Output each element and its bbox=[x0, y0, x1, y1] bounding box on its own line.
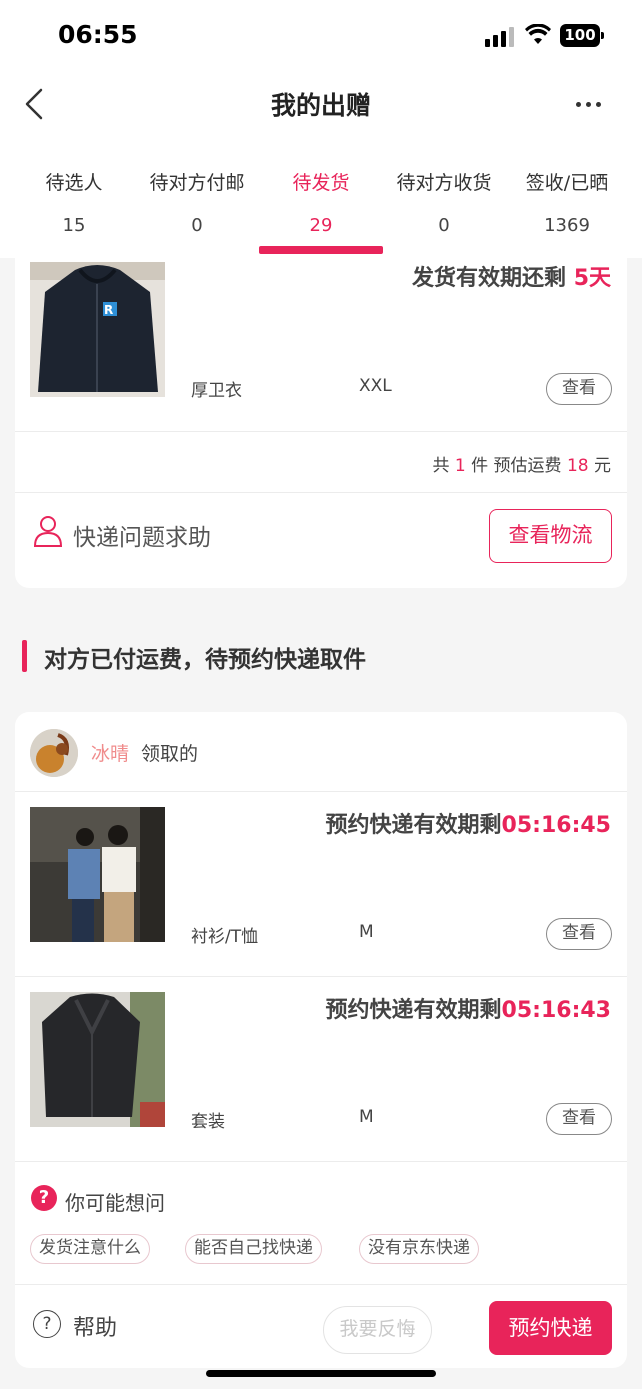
tab-label: 签收/已晒 bbox=[525, 172, 609, 194]
ship-deadline: 发货有效期还剩 5天 bbox=[412, 260, 611, 292]
summary-prefix: 共 bbox=[432, 456, 455, 476]
item-photo-suit[interactable] bbox=[30, 992, 165, 1127]
status-tabs: 待选人 15 待对方付邮 0 待发货 29 待对方收货 0 签收/已晒 1369 bbox=[0, 160, 642, 258]
tab-count: 29 bbox=[309, 215, 333, 236]
item-size: M bbox=[359, 922, 374, 942]
signal-icon bbox=[485, 27, 515, 47]
avatar[interactable] bbox=[30, 729, 78, 777]
tab-pending-postage[interactable]: 待对方付邮 0 bbox=[133, 160, 261, 258]
tab-label: 待对方付邮 bbox=[149, 172, 245, 194]
item-name: 套装 bbox=[191, 1112, 225, 1132]
pickup-timer: 预约快递有效期剩05:16:43 bbox=[326, 992, 611, 1024]
shipment-card: R 发货有效期还剩 5天 厚卫衣 XXL 查看 共 1 件 预估运费 18 元 … bbox=[15, 230, 627, 588]
order-summary: 共 1 件 预估运费 18 元 bbox=[433, 451, 612, 476]
divider bbox=[15, 1161, 627, 1162]
divider bbox=[15, 1284, 627, 1285]
status-time: 06:55 bbox=[58, 20, 138, 49]
pickup-timer-label: 预约快递有效期剩 bbox=[325, 813, 502, 838]
item-photo-shirt[interactable] bbox=[30, 807, 165, 942]
more-dots-icon[interactable] bbox=[576, 100, 606, 110]
item-photo-hoodie[interactable]: R bbox=[30, 262, 165, 397]
help-icon[interactable]: ? bbox=[33, 1310, 61, 1338]
courier-help-label: 快递问题求助 bbox=[73, 525, 211, 551]
status-bar: 06:55 100 bbox=[0, 0, 642, 70]
regret-button[interactable]: 我要反悔 bbox=[323, 1306, 432, 1354]
help-label[interactable]: 帮助 bbox=[73, 1310, 117, 1342]
item-count: 1 bbox=[454, 456, 466, 476]
faq-title: 你可能想问 bbox=[65, 1191, 165, 1215]
tab-label: 待选人 bbox=[45, 172, 103, 194]
pickup-timer-label: 预约快递有效期剩 bbox=[325, 998, 502, 1023]
divider bbox=[15, 791, 627, 792]
tab-signed-shared[interactable]: 签收/已晒 1369 bbox=[503, 160, 631, 258]
faq-chip-own-courier[interactable]: 能否自己找快递 bbox=[185, 1234, 322, 1264]
user-icon bbox=[33, 516, 63, 547]
jacket-image bbox=[30, 992, 165, 1127]
active-tab-indicator bbox=[259, 246, 383, 254]
tab-label: 待发货 bbox=[292, 172, 350, 194]
question-icon: ? bbox=[31, 1185, 57, 1211]
nav-bar: 我的出赠 bbox=[0, 70, 642, 140]
section-accent-bar bbox=[22, 640, 27, 672]
pickup-timer-value: 05:16:43 bbox=[501, 998, 611, 1023]
pickup-timer-value: 05:16:45 bbox=[501, 813, 611, 838]
pickup-timer: 预约快递有效期剩05:16:45 bbox=[326, 807, 611, 839]
divider bbox=[15, 431, 627, 432]
svg-text:R: R bbox=[104, 303, 113, 317]
item-size: M bbox=[359, 1107, 374, 1127]
view-button[interactable]: 查看 bbox=[546, 918, 612, 950]
view-button[interactable]: 查看 bbox=[546, 1103, 612, 1135]
divider bbox=[15, 976, 627, 977]
tab-label: 待对方收货 bbox=[396, 172, 492, 194]
tab-count: 1369 bbox=[544, 215, 590, 236]
view-logistics-button[interactable]: 查看物流 bbox=[489, 509, 612, 563]
pickup-card: 冰晴 领取的 预约快递有效期剩05:16:45 衬衫/T恤 M 查看 预约快递有… bbox=[15, 712, 627, 1368]
faq-chip-no-jd-courier[interactable]: 没有京东快递 bbox=[359, 1234, 479, 1264]
tab-count: 0 bbox=[438, 215, 450, 236]
claimed-label: 领取的 bbox=[141, 743, 199, 765]
item-name: 衬衫/T恤 bbox=[191, 927, 259, 947]
item-name: 厚卫衣 bbox=[191, 381, 242, 401]
book-courier-button[interactable]: 预约快递 bbox=[489, 1301, 612, 1355]
home-indicator bbox=[206, 1370, 436, 1377]
top-header: 06:55 100 我的出赠 待选人 15 待对方付邮 0 待发货 29 待对方… bbox=[0, 0, 642, 258]
hoodie-image: R bbox=[30, 262, 165, 397]
ship-deadline-label: 发货有效期还剩 bbox=[412, 266, 574, 291]
claimer-name[interactable]: 冰晴 bbox=[91, 739, 129, 766]
item-size: XXL bbox=[359, 376, 392, 396]
avatar-image bbox=[30, 729, 78, 777]
wifi-icon bbox=[525, 24, 551, 44]
tab-pending-receipt[interactable]: 待对方收货 0 bbox=[380, 160, 508, 258]
divider bbox=[15, 492, 627, 493]
ship-deadline-value: 5天 bbox=[573, 266, 611, 291]
shipping-fee: 18 bbox=[566, 456, 589, 476]
tab-count: 0 bbox=[191, 215, 203, 236]
view-button[interactable]: 查看 bbox=[546, 373, 612, 405]
summary-suffix: 元 bbox=[588, 456, 611, 476]
tab-pending-shipment[interactable]: 待发货 29 bbox=[257, 160, 385, 258]
battery-indicator: 100 bbox=[560, 24, 604, 47]
faq-chip-shipping-notes[interactable]: 发货注意什么 bbox=[30, 1234, 150, 1264]
summary-mid: 件 预估运费 bbox=[465, 456, 567, 476]
tab-count: 15 bbox=[62, 215, 86, 236]
section-title: 对方已付运费，待预约快递取件 bbox=[44, 647, 366, 673]
tab-pending-select[interactable]: 待选人 15 bbox=[10, 160, 138, 258]
page-title: 我的出赠 bbox=[270, 91, 371, 120]
couple-image bbox=[30, 807, 165, 942]
